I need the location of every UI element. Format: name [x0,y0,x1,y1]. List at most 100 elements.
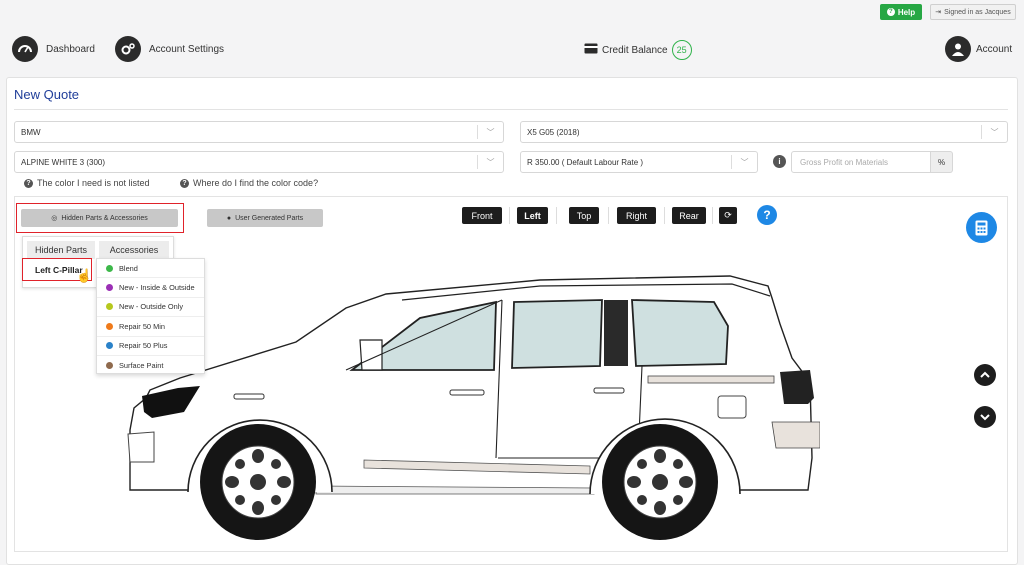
chevron-down-icon: ﹀ [731,155,757,169]
divider [14,109,1008,110]
hidden-parts-button[interactable]: ◎ Hidden Parts & Accessories [21,209,178,227]
rear-wheel [602,424,718,540]
nav-account[interactable]: Account [945,36,1012,62]
color-dot [106,322,113,330]
separator [509,207,510,224]
percent-addon: % [931,151,953,173]
where-color-code-label: Where do I find the color code? [193,178,319,188]
separator [556,207,557,224]
quarter-window [631,299,729,367]
rear-door-handle [593,387,625,394]
help-button[interactable]: ? Help [880,4,922,20]
color-not-listed-link[interactable]: ? The color I need is not listed [24,178,150,188]
view-left-button[interactable]: Left [517,207,548,224]
signed-in-button[interactable]: ⇥ Signed in as Jacques [930,4,1016,20]
sign-in-icon: ⇥ [935,9,942,16]
tab-hidden-parts[interactable]: Hidden Parts [27,241,95,259]
color-select[interactable]: ALPINE WHITE 3 (300) ﹀ [14,151,504,173]
view-rear-button[interactable]: Rear [672,207,706,224]
front-bumper [127,431,155,463]
chevron-down-icon: ﹀ [981,125,1007,139]
where-color-code-link[interactable]: ? Where do I find the color code? [180,178,318,188]
model-select[interactable]: X5 G05 (2018) ﹀ [520,121,1008,143]
accessory-item[interactable]: Repair 50 Min [97,317,204,337]
color-dot [106,284,113,292]
chevron-down-icon [980,414,990,421]
front-wheel [200,424,316,540]
accessory-label: New - Outside Only [119,302,184,312]
accessory-label: Repair 50 Plus [119,341,168,351]
question-circle-icon: ? [180,178,189,188]
speedometer-icon [12,36,38,62]
color-dot [106,264,113,272]
nav-account-settings[interactable]: Account Settings [115,36,224,62]
make-value: BMW [21,127,41,137]
refresh-icon: ⟳ [724,210,732,220]
hidden-parts-label: Hidden Parts & Accessories [61,214,148,222]
separator [664,207,665,224]
gears-icon [115,36,141,62]
accessory-item[interactable]: Surface Paint [97,356,204,375]
color-dot [106,303,113,311]
fender-vent [233,393,265,400]
fuel-cap [717,395,747,419]
tail-light [780,370,814,404]
credit-card-icon [584,43,598,57]
info-icon[interactable]: i [773,155,786,168]
view-help-button[interactable]: ? [757,205,777,225]
view-right-button[interactable]: Right [617,207,656,224]
account-label: Account [976,43,1013,55]
color-not-listed-label: The color I need is not listed [37,178,150,188]
question-circle-icon: ? [886,8,895,16]
signed-in-label: Signed in as Jacques [944,8,1011,16]
user-icon [945,36,971,62]
account-settings-label: Account Settings [149,43,225,55]
rear-bumper-panel [771,421,820,449]
rear-door-window [511,299,603,369]
color-dot [106,362,113,370]
gross-profit-placeholder: Gross Profit on Materials [800,157,889,167]
color-dot [106,342,113,350]
hand-cursor-icon: ☝ [76,268,93,283]
c-pillar [604,300,628,366]
front-door-handle [449,389,485,396]
chevron-down-icon: ﹀ [477,125,503,139]
user-generated-parts-label: User Generated Parts [235,214,304,222]
view-front-button[interactable]: Front [462,207,502,224]
accessories-list: Blend New - Inside & Outside New - Outsi… [96,258,205,374]
view-top-button[interactable]: Top [569,207,599,224]
accessory-item[interactable]: New - Inside & Outside [97,278,204,298]
chevron-up-icon [980,371,990,378]
scroll-down-button[interactable] [974,406,996,428]
dashboard-label: Dashboard [46,43,95,55]
question-circle-icon: ? [24,178,33,188]
accessory-item[interactable]: Blend [97,259,204,279]
accessory-item[interactable]: Repair 50 Plus [97,337,204,356]
accessory-label: Surface Paint [119,361,164,371]
user-icon: ● [226,214,232,222]
reset-view-button[interactable]: ⟳ [719,207,737,224]
user-generated-parts-button[interactable]: ● User Generated Parts [207,209,323,227]
color-value: ALPINE WHITE 3 (300) [21,157,106,167]
labour-rate-value: R 350.00 ( Default Labour Rate ) [527,157,644,167]
accessory-label: Repair 50 Min [119,321,166,331]
chevron-down-icon: ﹀ [477,155,503,169]
tab-accessories[interactable]: Accessories [99,241,169,259]
calculator-icon [975,220,988,235]
calculator-button[interactable] [966,212,997,243]
accessory-label: Blend [119,263,138,273]
accessory-label: New - Inside & Outside [119,283,195,293]
make-select[interactable]: BMW ﹀ [14,121,504,143]
model-value: X5 G05 (2018) [527,127,580,137]
separator [608,207,609,224]
vehicle-left-view [127,275,820,540]
gross-profit-input[interactable]: Gross Profit on Materials [791,151,931,173]
labour-rate-select[interactable]: R 350.00 ( Default Labour Rate ) ﹀ [520,151,758,173]
eye-slash-icon: ◎ [51,215,58,222]
rear-trim [647,375,775,384]
credit-label: Credit Balance [602,44,668,56]
nav-dashboard[interactable]: Dashboard [12,36,95,62]
scroll-up-button[interactable] [974,364,996,386]
accessory-item[interactable]: New - Outside Only [97,298,204,318]
credit-balance[interactable]: Credit Balance 25 [584,40,692,60]
